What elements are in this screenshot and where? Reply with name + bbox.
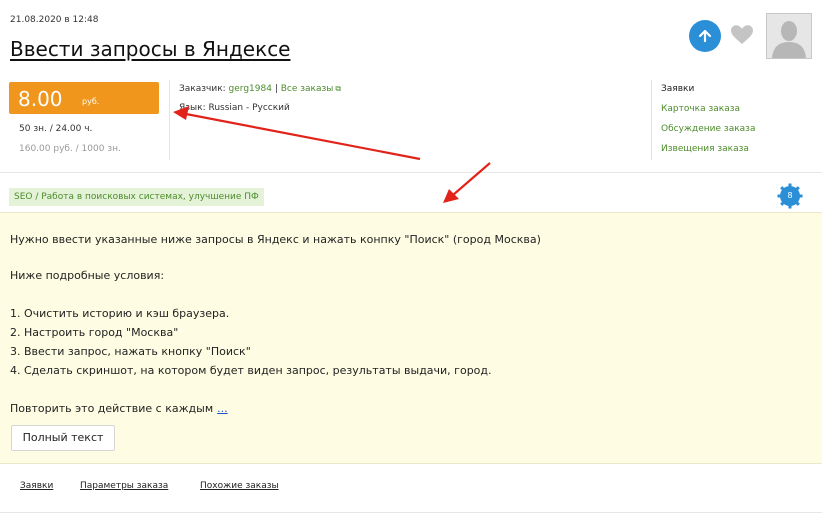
price-unit: руб. [82,97,100,106]
divider [0,172,822,173]
full-text-button[interactable]: Полный текст [11,425,115,451]
all-orders-link[interactable]: Все заказы [281,84,334,94]
annotation-arrowhead [443,189,459,203]
order-title[interactable]: Ввести запросы в Яндексе [10,37,291,61]
tab-bids[interactable]: Заявки [20,481,53,491]
customer-line: Заказчик: gerg1984 | Все заказы ⧉ [179,84,341,94]
order-language: Язык: Russian - Русский [179,103,290,113]
annotation-arrow [452,162,491,196]
price-box: 8.00 руб. [9,82,159,114]
customer-avatar[interactable] [766,13,812,59]
column-divider [651,80,652,160]
user-avatar-icon [767,14,811,58]
tab-similar-orders[interactable]: Похожие заказы [200,481,279,491]
order-notices-link[interactable]: Извещения заказа [661,144,749,154]
order-date: 21.08.2020 в 12:48 [10,15,99,25]
column-divider [169,80,170,160]
show-more-link[interactable]: ... [217,402,228,415]
customer-label: Заказчик: [179,84,229,94]
description-line: 4. Сделать скриншот, на котором будет ви… [10,364,492,377]
description-text: Повторить это действие с каждым [10,402,214,415]
description-line: 1. Очистить историю и кэш браузера. [10,307,230,320]
price-volume: 50 зн. / 24.00 ч. [19,124,93,134]
heart-icon [731,25,753,44]
separator: | [271,84,281,94]
price-amount: 8.00 [18,87,63,111]
description-last-line: Повторить это действие с каждым... [10,402,228,415]
arrow-up-icon [698,29,712,43]
description-line: Ниже подробные условия: [10,269,165,282]
divider [0,512,822,513]
favorite-button[interactable] [730,24,754,50]
description-line: 3. Ввести запрос, нажать кнопку "Поиск" [10,345,251,358]
category-tag[interactable]: SEO / Работа в поисковых системах, улучш… [9,188,264,206]
side-heading: Заявки [661,84,695,94]
tab-order-params[interactable]: Параметры заказа [80,481,168,491]
description-line: Нужно ввести указанные ниже запросы в Ян… [10,233,541,246]
price-rate: 160.00 руб. / 1000 зн. [19,144,121,154]
external-link-icon: ⧉ [335,84,342,93]
order-card-link[interactable]: Карточка заказа [661,104,740,114]
raise-button[interactable] [689,20,721,52]
badge-count: 8 [787,191,793,200]
description-line: 2. Настроить город "Москва" [10,326,179,339]
responses-badge[interactable]: 8 [777,183,803,209]
annotation-arrow [185,112,421,161]
order-description: Нужно ввести указанные ниже запросы в Ян… [0,212,822,464]
order-discussion-link[interactable]: Обсуждение заказа [661,124,755,134]
customer-link[interactable]: gerg1984 [229,84,272,94]
